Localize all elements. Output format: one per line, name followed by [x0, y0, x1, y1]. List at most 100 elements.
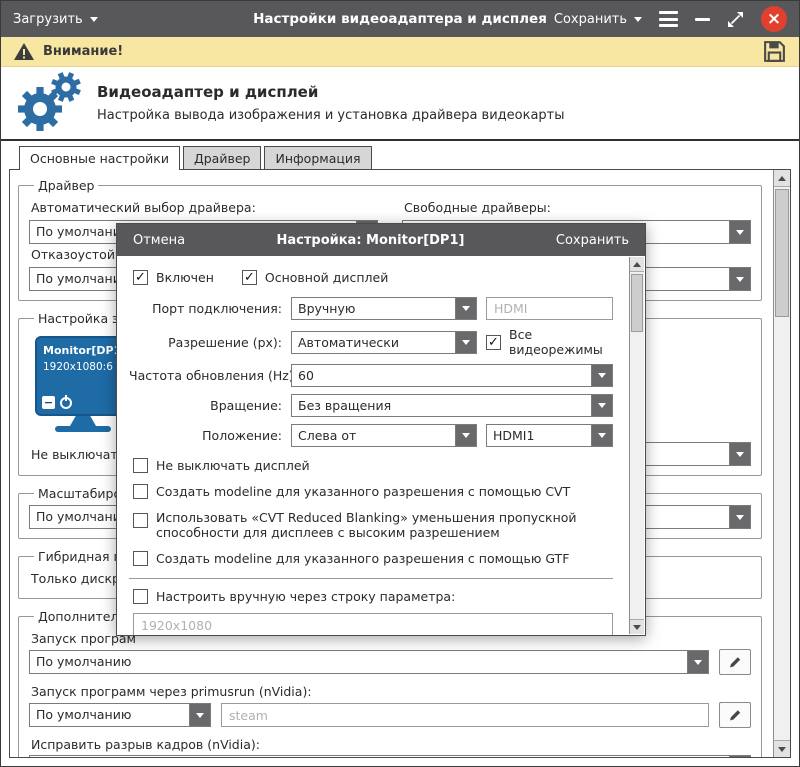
- cvt-modeline-checkbox[interactable]: ✓ Создать modeline для указанного разреш…: [133, 484, 613, 499]
- main-vertical-scrollbar[interactable]: [773, 170, 790, 757]
- position-target-select[interactable]: HDMI1: [486, 424, 613, 447]
- maximize-button[interactable]: [727, 11, 744, 28]
- chevron-down-icon: [729, 756, 750, 758]
- pencil-icon: [728, 708, 742, 722]
- run-programs-select[interactable]: По умолчанию: [29, 650, 709, 674]
- chevron-down-icon: [455, 425, 476, 446]
- monitor-minus-button[interactable]: −: [42, 396, 55, 409]
- tab-info[interactable]: Информация: [264, 146, 371, 169]
- scroll-down-button[interactable]: [774, 740, 790, 757]
- free-drivers-label: Свободные драйверы:: [404, 200, 751, 217]
- checkbox-box: ✓: [133, 551, 148, 566]
- arrow-down-icon: [778, 747, 786, 752]
- primary-display-checkbox[interactable]: ✓ Основной дисплей: [242, 270, 388, 285]
- page-title: Видеоадаптер и дисплей: [97, 83, 565, 101]
- checkbox-box: ✓: [242, 270, 257, 285]
- position-select[interactable]: Слева от: [291, 424, 477, 447]
- hamburger-menu-button[interactable]: [659, 11, 678, 27]
- warning-bar: Внимание!: [1, 37, 799, 67]
- save-settings-button[interactable]: [762, 39, 787, 64]
- tab-driver[interactable]: Драйвер: [183, 146, 261, 169]
- checkbox-box: ✓: [133, 513, 148, 528]
- window-title: Настройки видеоадаптера и дисплея: [253, 11, 547, 27]
- resolution-label: Разрешение (px):: [129, 335, 291, 350]
- primusrun-edit-button[interactable]: [719, 702, 751, 728]
- keep-display-on-label: Не выключать дисплей: [156, 458, 310, 473]
- primusrun-select[interactable]: По умолчанию: [29, 703, 211, 727]
- chevron-down-icon: [729, 221, 750, 243]
- checkbox-box: ✓: [133, 270, 148, 285]
- arrow-down-icon: [633, 625, 641, 630]
- warning-text: Внимание!: [43, 44, 123, 59]
- load-menu-label: Загрузить: [13, 12, 83, 27]
- dialog-scroll-up-button[interactable]: [630, 257, 644, 272]
- dialog-vertical-scrollbar[interactable]: [629, 257, 644, 634]
- dialog-divider: [129, 578, 613, 579]
- primary-display-label: Основной дисплей: [265, 270, 388, 285]
- dialog-save-button[interactable]: Сохранить: [556, 233, 629, 248]
- monitor-name: Monitor[DP1]: [43, 344, 124, 357]
- run-programs-edit-button[interactable]: [719, 649, 751, 675]
- rotation-select[interactable]: Без вращения: [291, 394, 613, 417]
- scroll-up-button[interactable]: [774, 170, 790, 187]
- resolution-select[interactable]: Автоматически: [291, 331, 477, 354]
- close-button[interactable]: ×: [761, 6, 787, 32]
- titlebar-controls: Сохранить ×: [554, 6, 787, 32]
- chevron-down-icon: [729, 268, 750, 290]
- port-select[interactable]: Вручную: [291, 297, 477, 320]
- manual-mode-input[interactable]: [133, 613, 613, 635]
- checkbox-box: ✓: [133, 458, 148, 473]
- monitor-mode: 1920x1080:6: [43, 361, 124, 373]
- pencil-icon: [728, 655, 742, 669]
- monitor-settings-dialog: Отмена Настройка: Monitor[DP1] Сохранить…: [116, 223, 646, 636]
- tab-main-settings[interactable]: Основные настройки: [19, 146, 180, 170]
- chevron-down-icon: [729, 443, 750, 465]
- chevron-down-icon: [687, 651, 708, 673]
- arrow-up-icon: [633, 262, 641, 267]
- primusrun-app-input[interactable]: [221, 703, 709, 727]
- close-icon: ×: [767, 11, 781, 28]
- arrow-up-icon: [778, 176, 786, 181]
- page-header: Видеоадаптер и дисплей Настройка вывода …: [1, 67, 799, 141]
- chevron-down-icon: [591, 425, 612, 446]
- dialog-title: Настройка: Monitor[DP1]: [185, 233, 556, 248]
- tearing-label: Исправить разрыв кадров (nVidia):: [31, 737, 751, 752]
- expand-icon: [732, 15, 740, 23]
- cvt-reduced-blanking-label: Использовать «CVT Reduced Blanking» умен…: [156, 510, 613, 540]
- monitor-stand: [70, 416, 96, 426]
- warning-icon: [13, 42, 35, 61]
- driver-group-legend: Драйвер: [34, 178, 98, 193]
- monitor-power-icon[interactable]: [60, 397, 72, 409]
- load-menu-button[interactable]: Загрузить: [13, 12, 98, 27]
- hamburger-icon: [659, 11, 678, 14]
- rotation-label: Вращение:: [129, 398, 291, 413]
- dialog-scrollbar-thumb[interactable]: [631, 274, 643, 332]
- auto-driver-label: Автоматический выбор драйвера:: [31, 200, 378, 217]
- enabled-checkbox[interactable]: ✓ Включен: [133, 270, 214, 285]
- chevron-down-icon: [591, 395, 612, 416]
- chevron-down-icon: [455, 332, 476, 353]
- chevron-down-icon: [634, 17, 642, 22]
- enabled-label: Включен: [156, 270, 214, 285]
- keep-display-on-checkbox[interactable]: ✓ Не выключать дисплей: [133, 458, 613, 473]
- refresh-rate-select[interactable]: 60: [291, 364, 613, 387]
- chevron-down-icon: [591, 365, 612, 386]
- manual-mode-checkbox[interactable]: ✓ Настроить вручную через строку парамет…: [133, 589, 613, 604]
- scrollbar-thumb[interactable]: [775, 189, 789, 317]
- dialog-header: Отмена Настройка: Monitor[DP1] Сохранить: [117, 224, 645, 256]
- floppy-save-icon: [762, 39, 787, 64]
- checkbox-box: ✓: [133, 484, 148, 499]
- save-menu-button[interactable]: Сохранить: [554, 12, 642, 27]
- tearing-select[interactable]: По умолчанию: [29, 755, 751, 758]
- all-videomodes-checkbox[interactable]: ✓ Все видеорежимы: [486, 327, 613, 357]
- gears-icon: [13, 71, 83, 135]
- port-input[interactable]: [486, 297, 613, 320]
- dialog-scroll-down-button[interactable]: [630, 619, 644, 634]
- gtf-modeline-checkbox[interactable]: ✓ Создать modeline для указанного разреш…: [133, 551, 613, 566]
- primusrun-label: Запуск программ через primusrun (nVidia)…: [31, 684, 751, 699]
- dialog-cancel-button[interactable]: Отмена: [133, 233, 185, 248]
- cvt-reduced-blanking-checkbox[interactable]: ✓ Использовать «CVT Reduced Blanking» ум…: [133, 510, 613, 540]
- chevron-down-icon: [90, 17, 98, 22]
- minimize-button[interactable]: [695, 18, 710, 21]
- checkbox-box: ✓: [486, 335, 501, 350]
